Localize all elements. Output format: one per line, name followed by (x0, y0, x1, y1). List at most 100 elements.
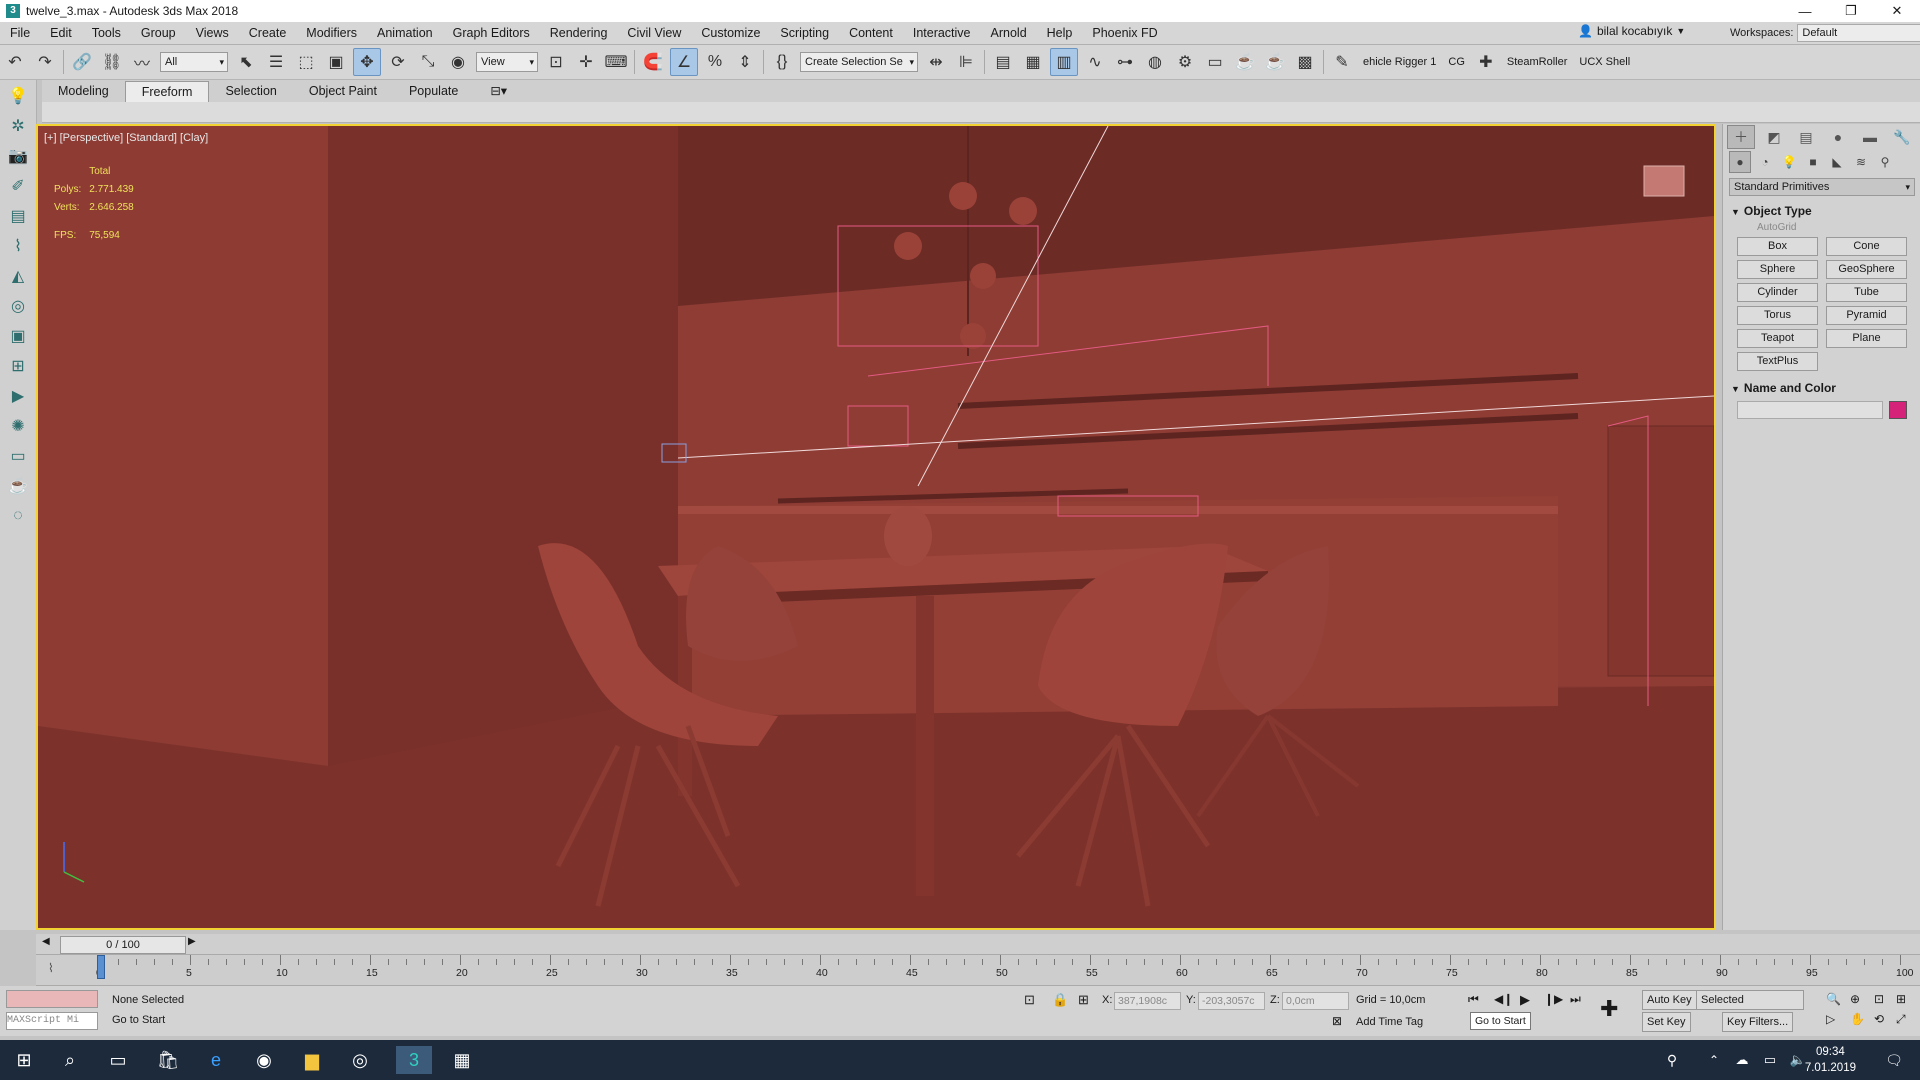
space-warps-icon[interactable]: ≋ (1851, 152, 1871, 172)
scene-explorer-icon[interactable]: ▤ (990, 49, 1016, 75)
app-launcher-icon[interactable]: ◎ (342, 1046, 378, 1074)
vehicle-rigger-icon[interactable]: ✎ (1329, 49, 1355, 75)
menu-file[interactable]: File (0, 26, 40, 40)
menu-civil-view[interactable]: Civil View (617, 26, 691, 40)
goto-end-icon[interactable]: ⏭ (1570, 992, 1581, 1007)
undo-icon[interactable]: ↶ (2, 49, 28, 75)
minimize-button[interactable]: — (1782, 0, 1828, 22)
keyboard-shortcut-icon[interactable]: ⌨ (603, 49, 629, 75)
menu-interactive[interactable]: Interactive (903, 26, 981, 40)
menu-group[interactable]: Group (131, 26, 186, 40)
cameras-icon[interactable]: ■ (1803, 152, 1823, 172)
curve-editor-icon[interactable]: ∿ (1082, 49, 1108, 75)
plane-button[interactable]: Plane (1826, 329, 1907, 348)
x-coordinate[interactable]: 387,1908c (1114, 992, 1181, 1010)
key-filters-button[interactable]: Key Filters... (1722, 1012, 1794, 1032)
set-key-button[interactable]: Set Key (1642, 1012, 1691, 1032)
pyramid-button[interactable]: Pyramid (1826, 306, 1907, 325)
display-tab-icon[interactable]: ▬ (1857, 126, 1883, 148)
teapot-icon[interactable]: ☕ (4, 472, 32, 500)
hierarchy-tab-icon[interactable]: ▤ (1793, 126, 1819, 148)
layers-icon[interactable]: ▤ (4, 202, 32, 230)
notifications-icon[interactable]: 🗨 (1876, 1046, 1912, 1074)
current-frame-marker[interactable] (97, 955, 105, 979)
object-color-swatch[interactable] (1889, 401, 1907, 419)
paint-icon[interactable]: ✐ (4, 172, 32, 200)
search-icon[interactable]: ⌕ (52, 1046, 88, 1074)
menu-content[interactable]: Content (839, 26, 903, 40)
z-coordinate[interactable]: 0,0cm (1282, 992, 1349, 1010)
3dsmax-taskbar-icon[interactable]: 3 (396, 1046, 432, 1074)
select-object-icon[interactable]: ⬉ (233, 49, 259, 75)
auto-key-button[interactable]: Auto Key (1642, 990, 1697, 1010)
selection-filter[interactable]: All (160, 52, 228, 72)
render-activeshade-icon[interactable]: ▩ (1292, 49, 1318, 75)
steamroller-label[interactable]: SteamRoller (1507, 56, 1568, 68)
absolute-mode-icon[interactable]: ⊞ (1078, 992, 1089, 1008)
menu-animation[interactable]: Animation (367, 26, 443, 40)
mirror-icon[interactable]: ⇹ (923, 49, 949, 75)
helpers-icon[interactable]: ◣ (1827, 152, 1847, 172)
rotate-icon[interactable]: ⟳ (385, 49, 411, 75)
geometry-icon[interactable]: ● (1729, 151, 1751, 173)
maxscript-listener-pink[interactable] (6, 990, 98, 1008)
primitives-dropdown[interactable]: Standard Primitives (1729, 178, 1915, 196)
bulb-outline-icon[interactable]: ◌ (4, 502, 32, 530)
create-tab-icon[interactable]: ＋ (1727, 125, 1755, 149)
maxscript-mini-input[interactable]: MAXScript Mi (6, 1012, 98, 1030)
zoom-extents-icon[interactable]: ⊡ (1874, 992, 1884, 1006)
menu-customize[interactable]: Customize (691, 26, 770, 40)
place-icon[interactable]: ◉ (445, 49, 471, 75)
window-crossing-icon[interactable]: ▣ (323, 49, 349, 75)
play-icon[interactable]: ▶ (1520, 992, 1530, 1008)
cylinder-button[interactable]: Cylinder (1737, 283, 1818, 302)
utilities-tab-icon[interactable]: 🔧 (1889, 126, 1915, 148)
user-account[interactable]: 👤 bilal kocabıyık ▼ (1578, 24, 1685, 38)
chrome-icon[interactable]: ◉ (246, 1046, 282, 1074)
menu-arnold[interactable]: Arnold (981, 26, 1037, 40)
menu-edit[interactable]: Edit (40, 26, 82, 40)
teapot-button[interactable]: Teapot (1737, 329, 1818, 348)
ribbon-options-icon[interactable]: ⊟▾ (474, 81, 523, 101)
ucx-shell-label[interactable]: UCX Shell (1579, 56, 1630, 68)
store-icon[interactable]: 🛍 (150, 1046, 186, 1074)
time-slider-handle[interactable]: 0 / 100 (60, 936, 186, 954)
geosphere-button[interactable]: GeoSphere (1826, 260, 1907, 279)
shape-icon[interactable]: ◭ (4, 262, 32, 290)
orbit-icon[interactable]: ⟲ (1874, 1012, 1884, 1026)
fov-icon[interactable]: ▷ (1826, 1012, 1835, 1026)
render-production-icon[interactable]: ☕ (1232, 49, 1258, 75)
key-mode-select[interactable]: Selected (1696, 990, 1804, 1010)
globe-icon[interactable]: ◎ (4, 292, 32, 320)
torus-button[interactable]: Torus (1737, 306, 1818, 325)
menu-scripting[interactable]: Scripting (770, 26, 839, 40)
person-icon[interactable]: ⚲ (1654, 1046, 1690, 1074)
media-taskbar-icon[interactable]: ▦ (444, 1046, 480, 1074)
media-icon[interactable]: ▶ (4, 382, 32, 410)
vehicle-rigger-label[interactable]: ehicle Rigger 1 (1363, 56, 1436, 68)
edge-icon[interactable]: e (198, 1046, 234, 1074)
autogrid-checkbox[interactable]: AutoGrid (1727, 220, 1917, 235)
curve-editor-mini-icon[interactable]: ⌇ (48, 961, 54, 975)
close-button[interactable]: ✕ (1874, 0, 1920, 22)
cube-icon[interactable]: ▣ (4, 322, 32, 350)
bind-space-warp-icon[interactable]: 〰 (129, 49, 155, 75)
screen-icon[interactable]: ▭ (4, 442, 32, 470)
cg-label[interactable]: CG (1448, 56, 1465, 68)
cone-button[interactable]: Cone (1826, 237, 1907, 256)
edit-named-selection-icon[interactable]: {} (769, 49, 795, 75)
brush-icon[interactable]: ⌇ (4, 232, 32, 260)
tab-populate[interactable]: Populate (393, 81, 474, 101)
unlink-icon[interactable]: ⛓ (99, 49, 125, 75)
previous-frame-icon[interactable]: ◀❙ (1494, 992, 1513, 1006)
zoom-all-icon[interactable]: ⊕ (1850, 992, 1860, 1006)
slider-prev-icon[interactable]: ◀ (42, 936, 50, 947)
camera-icon[interactable]: 📷 (4, 142, 32, 170)
layer-explorer-icon[interactable]: ▦ (1020, 49, 1046, 75)
tab-modeling[interactable]: Modeling (42, 81, 125, 101)
menu-create[interactable]: Create (239, 26, 297, 40)
y-coordinate[interactable]: -203,3057c (1198, 992, 1265, 1010)
motion-tab-icon[interactable]: ● (1825, 126, 1851, 148)
sphere-button[interactable]: Sphere (1737, 260, 1818, 279)
cg-tools-icon[interactable]: ✚ (1473, 49, 1499, 75)
